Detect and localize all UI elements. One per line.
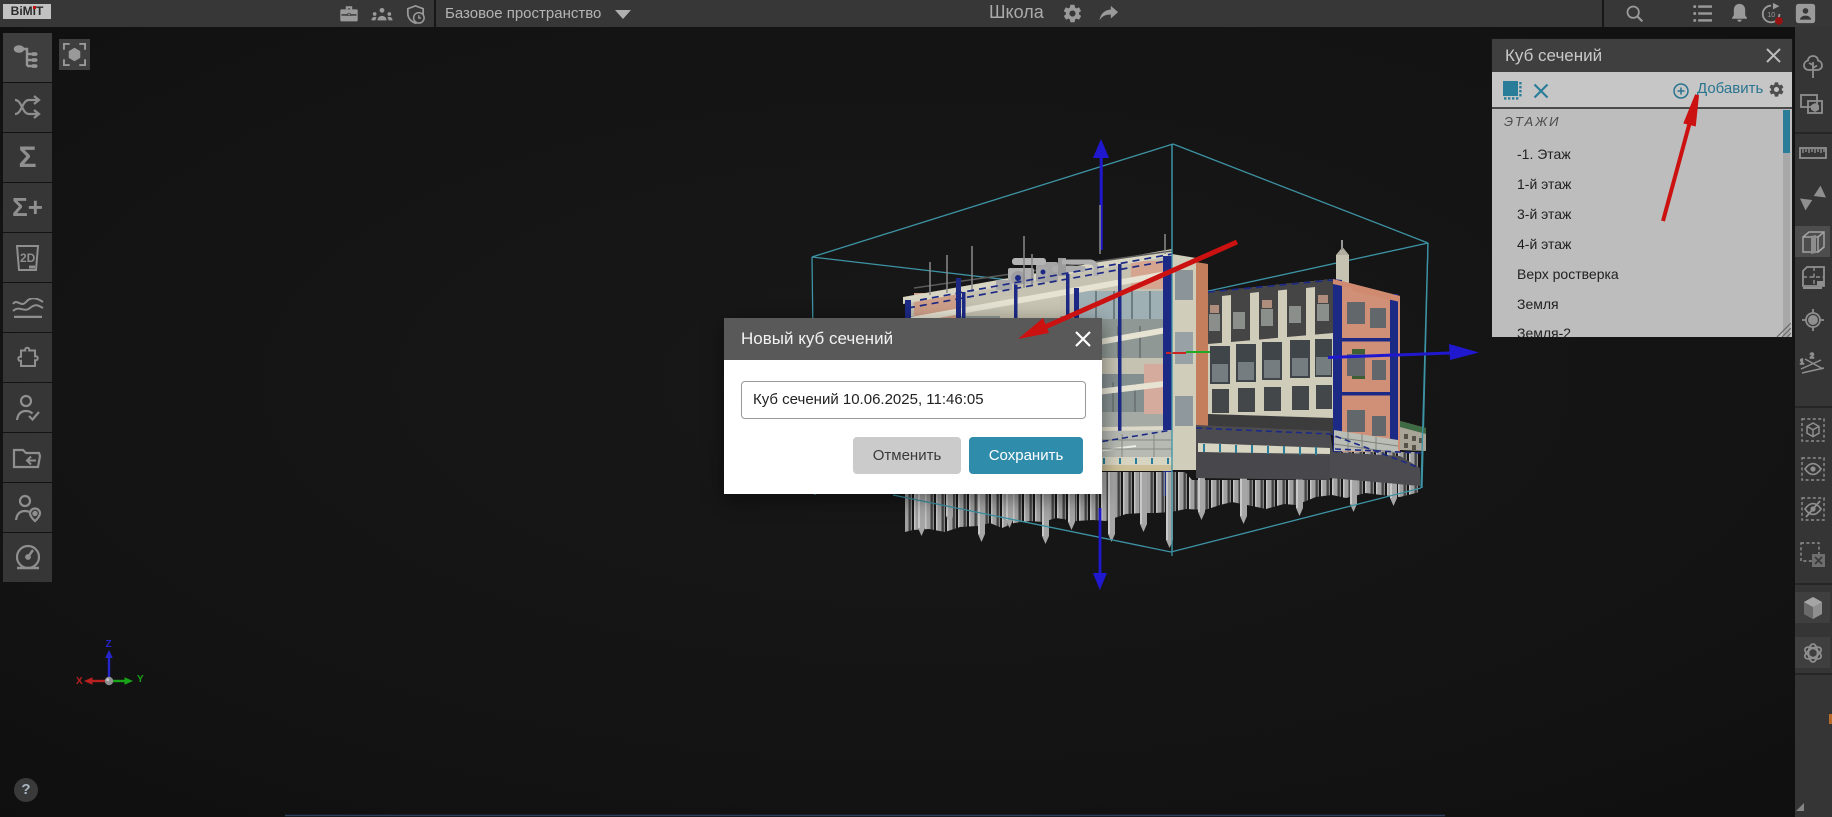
svg-text:2D: 2D [20,251,36,265]
svg-text:1: 1 [1800,359,1804,366]
svg-text:2: 2 [1810,353,1814,360]
svg-text:Z: Z [106,639,112,650]
svg-text:Y: Y [137,674,144,685]
svg-text:10: 10 [1767,12,1775,19]
svg-text:X: X [76,676,83,687]
